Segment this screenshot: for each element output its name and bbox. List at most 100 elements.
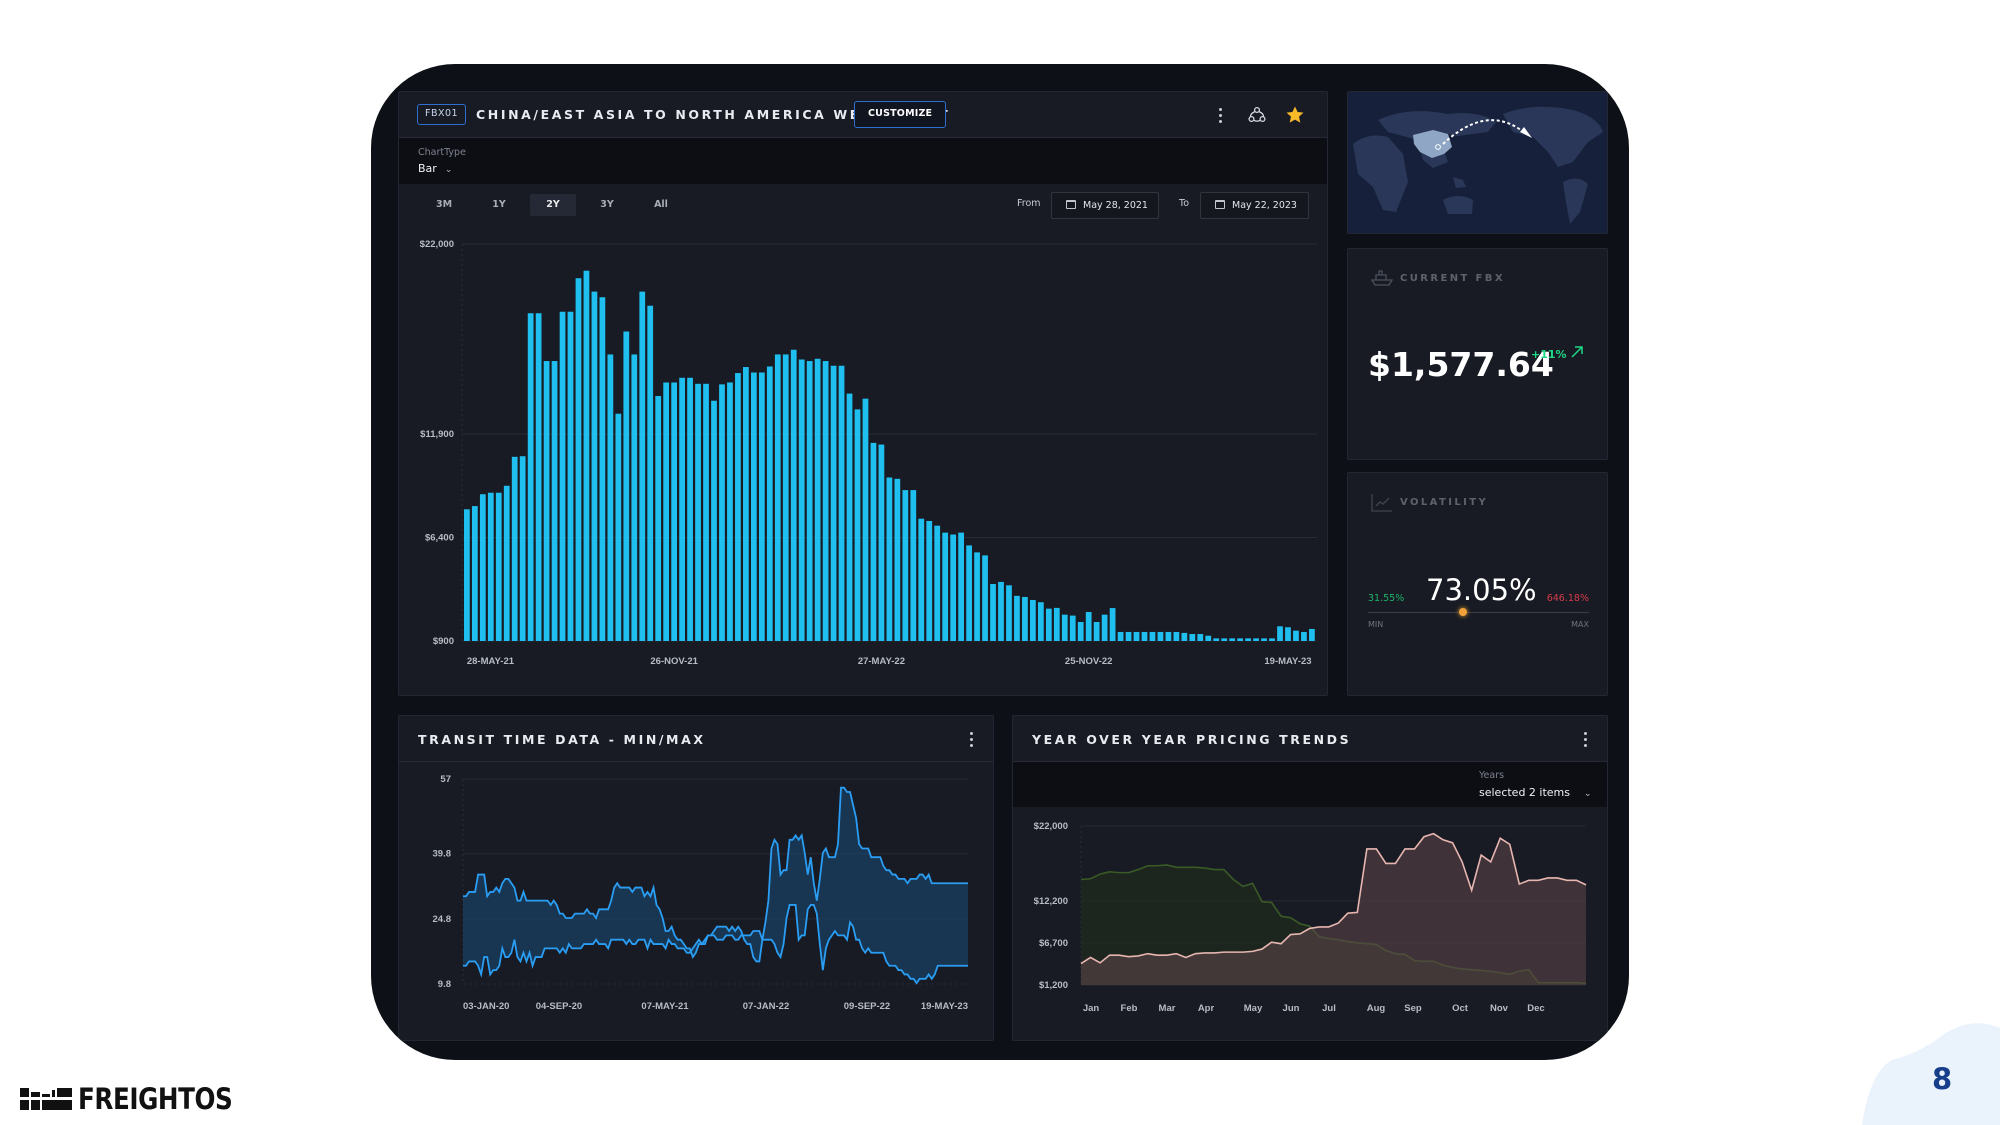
bar xyxy=(1293,630,1299,641)
bar xyxy=(814,358,821,641)
x-tick-label: 09-SEP-22 xyxy=(844,1001,890,1012)
bar xyxy=(766,366,773,641)
to-date-picker[interactable]: May 22, 2023 xyxy=(1200,192,1309,219)
bar xyxy=(1045,608,1052,641)
bar xyxy=(1053,607,1060,641)
x-tick-label: Mar xyxy=(1159,1003,1176,1014)
x-tick-label: 27-MAY-22 xyxy=(858,656,905,667)
more-options-icon[interactable] xyxy=(1577,729,1593,749)
bar xyxy=(1277,626,1283,641)
freightos-logo: FREIGHTOS xyxy=(20,1082,260,1116)
more-options-icon[interactable] xyxy=(963,729,979,749)
min-caption: MIN xyxy=(1368,620,1384,629)
y-tick-label: 9.8 xyxy=(438,979,451,990)
freightos-logo-mark-icon xyxy=(20,1088,72,1110)
customize-button[interactable]: CUSTOMIZE xyxy=(854,101,947,128)
y-tick-label: $22,000 xyxy=(420,239,454,250)
range-all-button[interactable]: All xyxy=(638,194,684,216)
fbx-index-panel: FBX01 CHINA/EAST ASIA TO NORTH AMERICA W… xyxy=(398,91,1328,696)
bar xyxy=(1061,614,1068,641)
volatility-range-track xyxy=(1368,612,1589,613)
favorite-star-icon[interactable] xyxy=(1285,105,1305,125)
bar xyxy=(743,367,749,641)
from-date-picker[interactable]: May 28, 2021 xyxy=(1051,192,1159,219)
bar xyxy=(1173,631,1180,641)
bar xyxy=(998,581,1004,641)
bar xyxy=(1014,595,1020,641)
volatility-value: 73.05% xyxy=(1426,573,1537,607)
bar xyxy=(806,361,813,641)
volatility-marker xyxy=(1458,608,1467,616)
range-1y-button[interactable]: 1Y xyxy=(476,194,522,216)
bar xyxy=(886,477,893,641)
bar xyxy=(687,377,693,641)
from-date-value: May 28, 2021 xyxy=(1083,200,1148,211)
bar xyxy=(471,506,478,641)
volatility-label: VOLATILITY xyxy=(1400,497,1489,508)
line-chart-icon xyxy=(1371,494,1392,512)
bar xyxy=(950,534,957,641)
chart-type-select[interactable]: Bar ⌄ xyxy=(418,162,452,175)
current-fbx-card: CURRENT FBX $1,577.64 +11% xyxy=(1347,248,1608,460)
bar xyxy=(1149,631,1156,641)
bar xyxy=(990,583,996,641)
bar xyxy=(591,291,598,641)
bar xyxy=(782,354,789,641)
bar xyxy=(822,361,829,641)
world-map-image xyxy=(1348,92,1607,233)
bar xyxy=(958,532,965,641)
bar xyxy=(910,490,917,641)
bar xyxy=(535,313,542,641)
range-2y-button[interactable]: 2Y xyxy=(530,194,576,216)
transit-time-panel: TRANSIT TIME DATA - MIN/MAX 57 39.8 24.8 9.… xyxy=(398,715,994,1041)
to-label: To xyxy=(1179,198,1190,209)
x-tick-label: Apr xyxy=(1198,1003,1215,1014)
bar xyxy=(758,372,765,641)
bar xyxy=(902,490,909,641)
bar xyxy=(1141,631,1148,641)
bar xyxy=(1117,631,1124,641)
years-select[interactable]: selected 2 items ⌄ xyxy=(1479,786,1592,799)
bar xyxy=(790,349,797,641)
more-options-icon[interactable] xyxy=(1212,105,1228,125)
share-icon[interactable] xyxy=(1247,105,1267,125)
panel-header: TRANSIT TIME DATA - MIN/MAX xyxy=(399,716,993,762)
x-tick-label: Nov xyxy=(1490,1003,1509,1014)
bar xyxy=(735,373,741,641)
bar xyxy=(703,383,709,641)
y-tick-label: $11,900 xyxy=(420,429,454,440)
bar xyxy=(750,372,757,641)
bar xyxy=(1197,634,1204,641)
volatility-min-value: 31.55% xyxy=(1368,593,1405,604)
bar xyxy=(1253,638,1259,641)
bar xyxy=(711,400,717,641)
bar xyxy=(1301,631,1307,641)
bar xyxy=(1309,628,1315,641)
x-tick-label: 07-MAY-21 xyxy=(641,1001,689,1012)
dashboard-window: FBX01 CHINA/EAST ASIA TO NORTH AMERICA W… xyxy=(371,64,1629,1060)
bar xyxy=(838,365,845,641)
yoy-title: YEAR OVER YEAR PRICING TRENDS xyxy=(1032,732,1352,747)
bar xyxy=(862,398,869,641)
bar xyxy=(1022,596,1028,641)
x-tick-label: 28-MAY-21 xyxy=(467,656,515,667)
bar xyxy=(854,409,861,641)
panel-header: YEAR OVER YEAR PRICING TRENDS xyxy=(1013,716,1607,762)
volatility-max-value: 646.18% xyxy=(1546,593,1589,604)
bar xyxy=(1085,612,1092,641)
bar xyxy=(655,396,662,641)
bar xyxy=(583,270,590,641)
bar xyxy=(575,278,582,641)
bar xyxy=(1125,631,1132,641)
yoy-pricing-chart: $22,000 $12,200 $6,700 $1,200 Jan Feb Mar Apr Ma… xyxy=(1034,821,1587,1014)
bar xyxy=(1261,638,1267,641)
range-3y-button[interactable]: 3Y xyxy=(584,194,630,216)
bar xyxy=(519,456,526,641)
range-3m-button[interactable]: 3M xyxy=(421,194,467,216)
from-label: From xyxy=(1017,198,1041,209)
x-tick-label: 26-NOV-21 xyxy=(650,656,698,667)
bar xyxy=(607,354,614,641)
bar xyxy=(1237,638,1244,641)
x-tick-label: 19-MAY-23 xyxy=(921,1001,968,1012)
years-value: selected 2 items xyxy=(1479,786,1571,799)
